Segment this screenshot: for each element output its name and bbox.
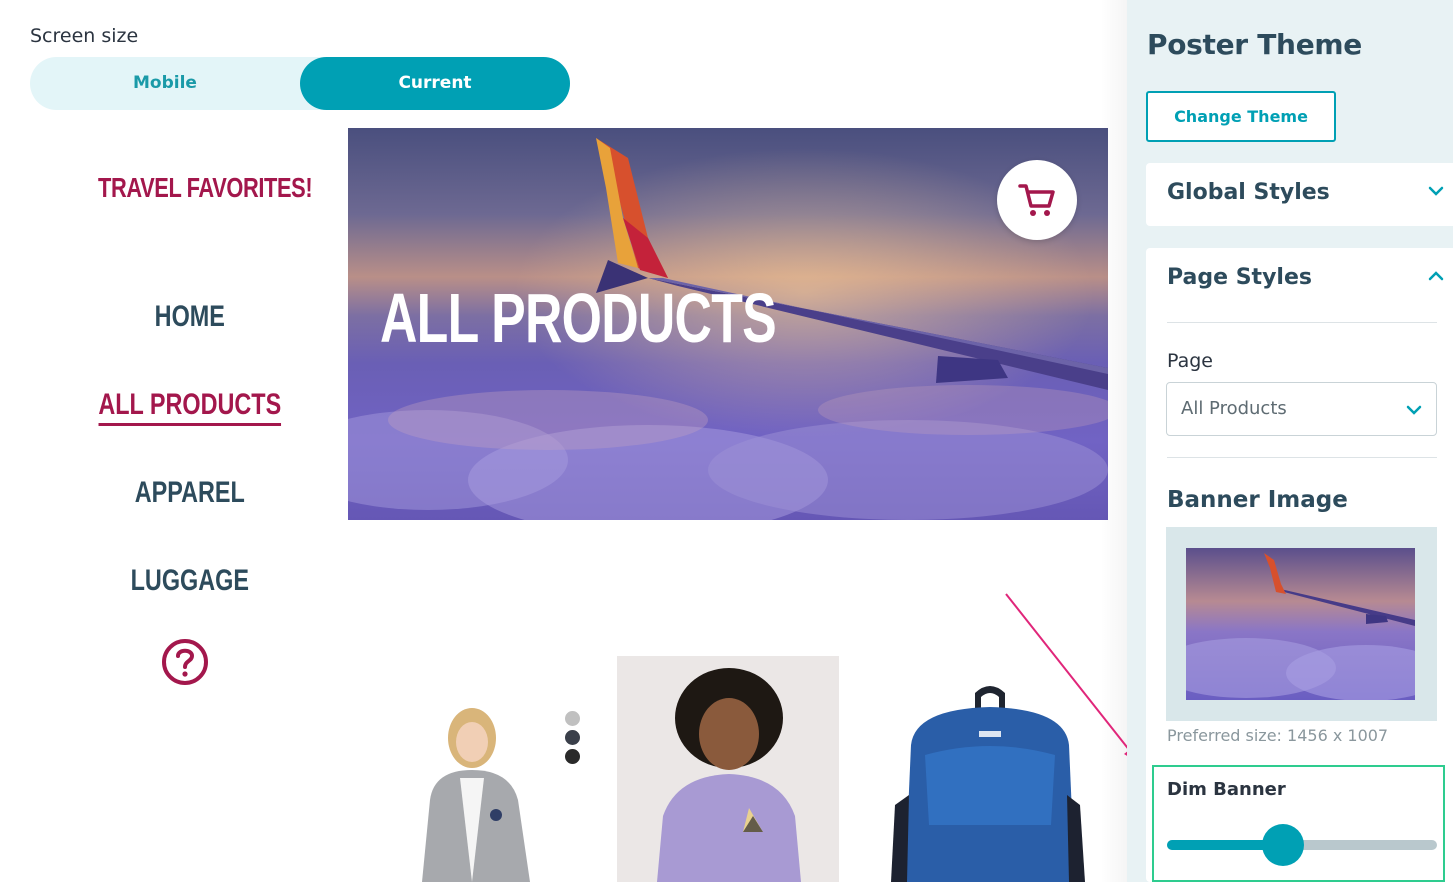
dim-banner-label: Dim Banner bbox=[1167, 779, 1286, 800]
nav-item-label: HOME bbox=[154, 300, 225, 333]
store-title[interactable]: TRAVEL FAVORITES! bbox=[98, 172, 313, 204]
nav-item-label: ALL PRODUCTS bbox=[98, 388, 282, 426]
banner-thumbnail bbox=[1186, 548, 1415, 700]
page-styles-header[interactable]: Page Styles bbox=[1167, 265, 1312, 290]
page-field-label: Page bbox=[1167, 350, 1213, 372]
cart-icon bbox=[1018, 184, 1055, 216]
divider bbox=[1167, 322, 1437, 323]
page: Screen size Mobile Current TRAVEL FAVORI… bbox=[0, 0, 1453, 882]
banner-image-title: Banner Image bbox=[1167, 487, 1348, 513]
mobile-option[interactable]: Mobile bbox=[30, 57, 300, 110]
sidebar-title: Poster Theme bbox=[1147, 28, 1362, 61]
chevron-up-icon[interactable] bbox=[1428, 268, 1444, 284]
current-option[interactable]: Current bbox=[300, 57, 570, 110]
screen-size-label: Screen size bbox=[30, 25, 139, 47]
nav-item-home[interactable]: HOME bbox=[42, 300, 338, 334]
divider bbox=[1167, 457, 1437, 458]
theme-sidebar: Poster Theme Change Theme Global Styles … bbox=[1127, 0, 1453, 882]
dim-banner-highlight: Dim Banner bbox=[1152, 765, 1445, 882]
nav-item-apparel[interactable]: APPAREL bbox=[42, 476, 338, 510]
chevron-down-icon[interactable] bbox=[1428, 183, 1444, 199]
page-select[interactable]: All Products bbox=[1166, 382, 1437, 436]
preferred-size-hint: Preferred size: 1456 x 1007 bbox=[1167, 726, 1389, 745]
product-image-hoodie[interactable] bbox=[617, 656, 839, 882]
banner-title: ALL PRODUCTS bbox=[380, 279, 777, 357]
cart-button[interactable] bbox=[997, 160, 1077, 240]
nav-item-luggage[interactable]: LUGGAGE bbox=[42, 564, 338, 598]
help-icon[interactable] bbox=[161, 638, 209, 686]
slider-thumb[interactable] bbox=[1262, 824, 1305, 866]
nav-item-label: APPAREL bbox=[134, 476, 245, 509]
chevron-down-icon bbox=[1406, 405, 1422, 415]
product-image-jacket[interactable] bbox=[400, 700, 560, 882]
color-swatch-light-gray[interactable] bbox=[565, 711, 580, 726]
nav-item-all-products[interactable]: ALL PRODUCTS bbox=[42, 388, 338, 426]
banner-image-picker[interactable] bbox=[1166, 527, 1437, 721]
change-theme-button[interactable]: Change Theme bbox=[1146, 91, 1336, 142]
page-styles-panel: Page Styles Page All Products Banner Ima… bbox=[1146, 248, 1453, 882]
global-styles-header: Global Styles bbox=[1167, 180, 1330, 205]
nav-item-label: LUGGAGE bbox=[130, 564, 249, 597]
global-styles-panel[interactable]: Global Styles bbox=[1146, 163, 1453, 226]
page-select-value: All Products bbox=[1181, 398, 1287, 419]
color-swatch-charcoal[interactable] bbox=[565, 730, 580, 745]
color-swatch-black[interactable] bbox=[565, 749, 580, 764]
screen-size-toggle: Mobile Current bbox=[30, 57, 570, 110]
